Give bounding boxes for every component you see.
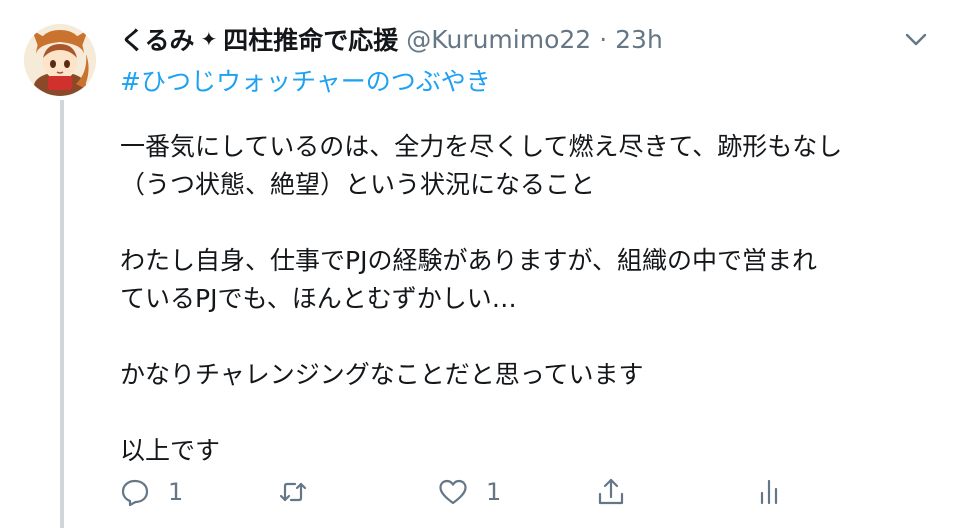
hashtag-link[interactable]: #ひつじウォッチャーのつぶやき: [120, 62, 491, 98]
tweet-paragraph: かなりチャレンジングなことだと思っています: [120, 356, 930, 394]
reply-count: 1: [168, 478, 184, 506]
tweet-paragraph: わたし自身、仕事でPJの経験がありますが、組織の中で営まれ ているPJでも、ほん…: [120, 242, 930, 318]
analytics-button[interactable]: [754, 472, 784, 512]
like-count: 1: [486, 478, 502, 506]
reply-button[interactable]: 1: [120, 472, 183, 512]
tweet-text: 一番気にしているのは、全力を尽くして燃え尽きて、跡形もなし （うつ状態、絶望）と…: [120, 128, 930, 470]
share-button[interactable]: [596, 472, 626, 512]
star-icon: ✦: [200, 27, 218, 51]
display-name[interactable]: くるみ: [120, 21, 195, 57]
like-button[interactable]: 1: [438, 472, 501, 512]
tweet-line: 一番気にしているのは、全力を尽くして燃え尽きて、跡形もなし: [120, 132, 843, 161]
display-name-suffix[interactable]: 四柱推命で応援: [223, 21, 398, 57]
tweet-line: わたし自身、仕事でPJの経験がありますが、組織の中で営まれ: [120, 246, 817, 275]
separator-dot: ·: [599, 24, 608, 54]
tweet-line: ているPJでも、ほんとむずかしい…: [120, 284, 517, 313]
tweet-paragraph: 一番気にしているのは、全力を尽くして燃え尽きて、跡形もなし （うつ状態、絶望）と…: [120, 128, 930, 204]
analytics-icon: [754, 477, 784, 507]
reply-icon: [120, 477, 150, 507]
timestamp[interactable]: 23h: [615, 25, 663, 54]
share-icon: [596, 477, 626, 507]
tweet-line: かなりチャレンジングなことだと思っています: [120, 360, 644, 389]
chevron-down-icon[interactable]: [898, 28, 934, 52]
avatar-image: [24, 24, 96, 96]
tweet-paragraph: 以上です: [120, 432, 930, 470]
avatar[interactable]: [24, 24, 96, 96]
tweet-header: くるみ ✦ 四柱推命で応援 @Kurumimo22 · 23h: [120, 22, 663, 56]
thread-line: [60, 100, 64, 528]
tweet-line: 以上です: [120, 436, 221, 465]
retweet-button[interactable]: [278, 472, 326, 512]
tweet-actions: 1 1: [120, 472, 920, 512]
user-handle[interactable]: @Kurumimo22: [406, 25, 591, 54]
heart-icon: [438, 477, 468, 507]
tweet-line: （うつ状態、絶望）という状況になること: [120, 170, 596, 199]
retweet-icon: [278, 477, 308, 507]
